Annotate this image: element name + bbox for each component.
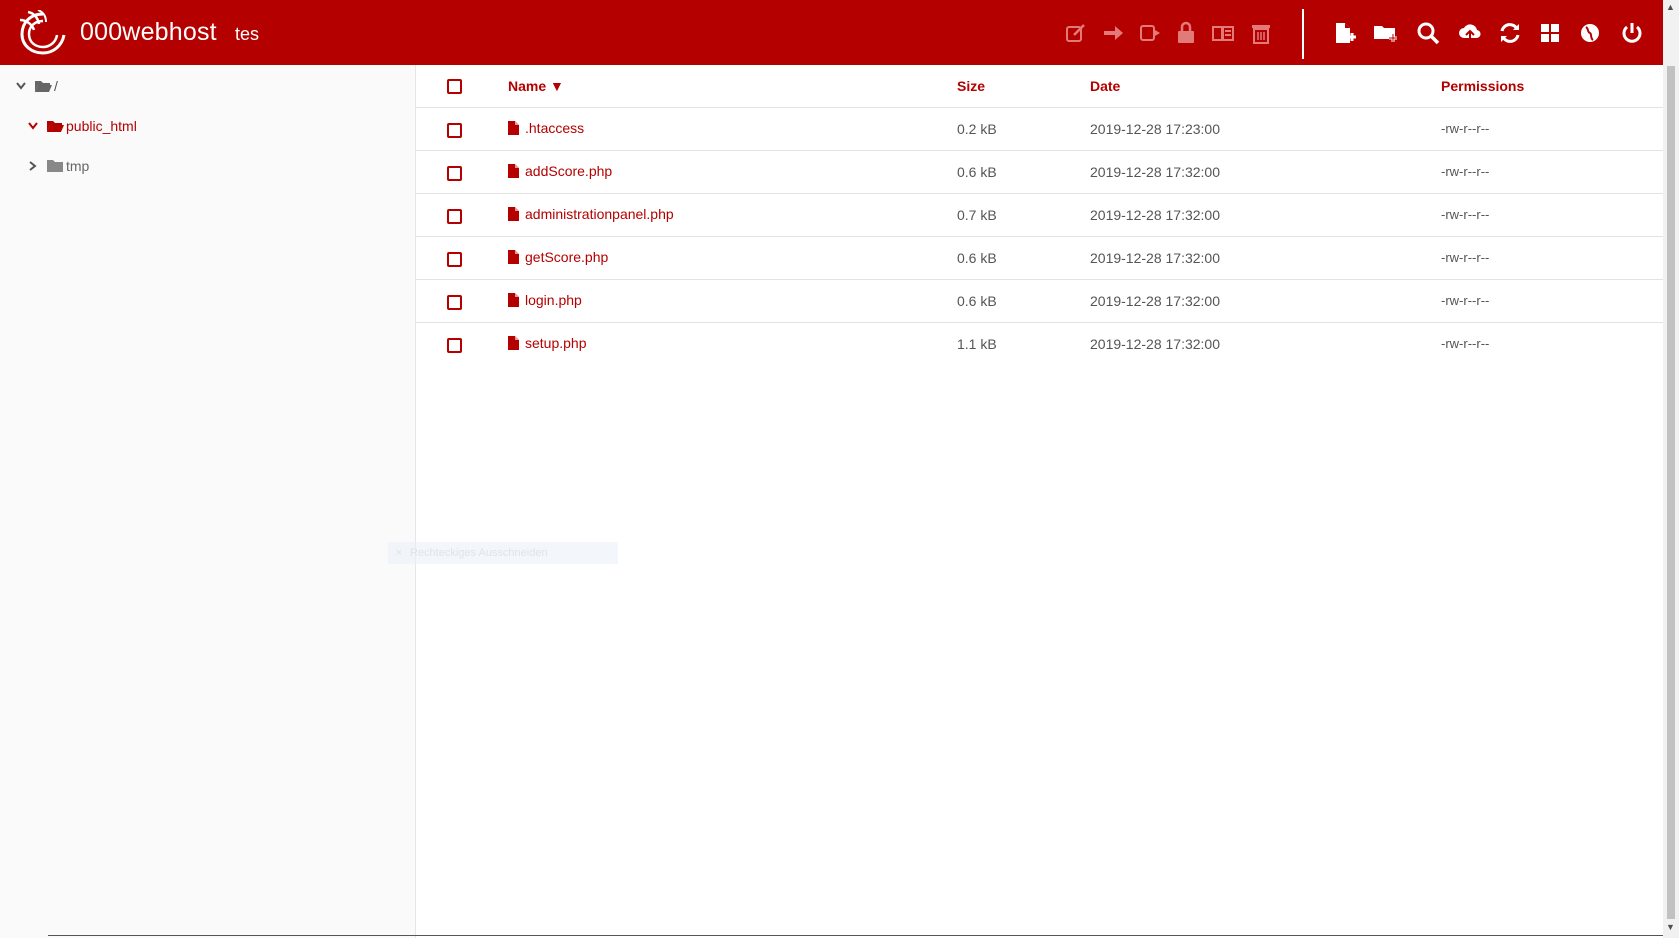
file-name-link[interactable]: administrationpanel.php <box>508 206 674 222</box>
table-row[interactable]: setup.php 1.1 kB 2019-12-28 17:32:00 -rw… <box>416 323 1663 366</box>
sidebar-item-public-html[interactable]: public_html <box>26 118 137 134</box>
folder-icon <box>47 160 63 172</box>
new-folder-icon[interactable] <box>1372 20 1398 46</box>
vertical-scrollbar[interactable]: ▲ ▼ <box>1663 0 1679 938</box>
file-icon <box>508 121 519 135</box>
column-name-header[interactable]: Name ▼ <box>508 78 564 94</box>
search-icon[interactable] <box>1415 20 1441 46</box>
file-icon <box>508 250 519 264</box>
select-all-checkbox[interactable] <box>447 79 462 94</box>
scroll-up-icon[interactable]: ▲ <box>1666 2 1675 12</box>
bottom-border <box>48 935 1663 936</box>
file-date: 2019-12-28 17:32:00 <box>1090 336 1220 352</box>
file-name: setup.php <box>525 335 587 351</box>
chevron-down-icon[interactable] <box>26 119 40 133</box>
view-grid-icon[interactable] <box>1537 20 1563 46</box>
sidebar-item-label: tmp <box>66 158 90 174</box>
table-header: Name ▼ Size Date Permissions <box>416 65 1663 108</box>
row-checkbox[interactable] <box>447 209 462 224</box>
sidebar-item-tmp[interactable]: tmp <box>26 158 89 174</box>
delete-icon[interactable] <box>1248 20 1274 46</box>
row-checkbox[interactable] <box>447 295 462 310</box>
column-permissions-header[interactable]: Permissions <box>1441 78 1524 94</box>
file-size: 0.2 kB <box>957 121 997 137</box>
file-date: 2019-12-28 17:32:00 <box>1090 293 1220 309</box>
table-row[interactable]: administrationpanel.php 0.7 kB 2019-12-2… <box>416 194 1663 237</box>
folder-open-icon <box>35 81 52 92</box>
file-date: 2019-12-28 17:32:00 <box>1090 164 1220 180</box>
power-icon[interactable] <box>1619 20 1645 46</box>
file-size: 0.6 kB <box>957 293 997 309</box>
file-name-link[interactable]: login.php <box>508 292 582 308</box>
scroll-down-icon[interactable]: ▼ <box>1666 922 1675 932</box>
file-icon <box>508 207 519 221</box>
refresh-icon[interactable] <box>1497 20 1523 46</box>
column-date-header[interactable]: Date <box>1090 78 1120 94</box>
file-name-link[interactable]: getScore.php <box>508 249 608 265</box>
tree-root[interactable]: / <box>14 78 58 94</box>
logo-icon <box>19 10 66 55</box>
edit-icon[interactable] <box>1063 20 1089 46</box>
table-row[interactable]: login.php 0.6 kB 2019-12-28 17:32:00 -rw… <box>416 280 1663 323</box>
file-permissions[interactable]: -rw-r--r-- <box>1441 121 1489 136</box>
chevron-down-icon[interactable] <box>14 79 28 93</box>
table-row[interactable]: addScore.php 0.6 kB 2019-12-28 17:32:00 … <box>416 151 1663 194</box>
file-name-link[interactable]: addScore.php <box>508 163 612 179</box>
snipping-overlay: × Rechteckiges Ausschneiden <box>388 542 618 564</box>
toolbar-separator <box>1302 9 1304 59</box>
site-name[interactable]: tes <box>235 24 259 45</box>
brand-name: 000webhost <box>80 18 217 46</box>
file-name-link[interactable]: setup.php <box>508 335 587 351</box>
row-checkbox[interactable] <box>447 123 462 138</box>
file-list: Name ▼ Size Date Permissions .htaccess 0… <box>416 65 1663 938</box>
file-permissions[interactable]: -rw-r--r-- <box>1441 336 1489 351</box>
upload-icon[interactable] <box>1457 20 1483 46</box>
file-size: 0.6 kB <box>957 250 997 266</box>
permissions-icon[interactable] <box>1173 20 1199 46</box>
scroll-thumb[interactable] <box>1667 66 1675 919</box>
file-name: getScore.php <box>525 249 609 265</box>
file-name: login.php <box>525 292 582 308</box>
close-icon: × <box>395 547 403 559</box>
archive-icon[interactable] <box>1210 20 1236 46</box>
file-icon <box>508 164 519 178</box>
file-name: administrationpanel.php <box>525 206 674 222</box>
file-permissions[interactable]: -rw-r--r-- <box>1441 207 1489 222</box>
file-date: 2019-12-28 17:32:00 <box>1090 207 1220 223</box>
row-checkbox[interactable] <box>447 338 462 353</box>
file-name: .htaccess <box>525 120 585 136</box>
tree-root-label: / <box>54 78 58 94</box>
file-icon <box>508 293 519 307</box>
file-permissions[interactable]: -rw-r--r-- <box>1441 250 1489 265</box>
snipping-overlay-label: Rechteckiges Ausschneiden <box>410 547 548 559</box>
row-checkbox[interactable] <box>447 166 462 181</box>
table-row[interactable]: .htaccess 0.2 kB 2019-12-28 17:23:00 -rw… <box>416 108 1663 151</box>
top-bar: 000webhost tes <box>0 0 1663 65</box>
move-icon[interactable] <box>1100 20 1126 46</box>
file-name-link[interactable]: .htaccess <box>508 120 584 136</box>
folder-tree-sidebar: / public_html tmp <box>0 65 416 938</box>
column-size-header[interactable]: Size <box>957 78 985 94</box>
file-date: 2019-12-28 17:32:00 <box>1090 250 1220 266</box>
sidebar-item-label: public_html <box>66 118 137 134</box>
file-permissions[interactable]: -rw-r--r-- <box>1441 293 1489 308</box>
web-icon[interactable] <box>1577 20 1603 46</box>
table-row[interactable]: getScore.php 0.6 kB 2019-12-28 17:32:00 … <box>416 237 1663 280</box>
file-size: 1.1 kB <box>957 336 997 352</box>
new-file-icon[interactable] <box>1331 20 1357 46</box>
row-checkbox[interactable] <box>447 252 462 267</box>
file-permissions[interactable]: -rw-r--r-- <box>1441 164 1489 179</box>
chevron-right-icon[interactable] <box>26 159 40 173</box>
file-size: 0.6 kB <box>957 164 997 180</box>
file-icon <box>508 336 519 350</box>
file-name: addScore.php <box>525 163 613 179</box>
file-date: 2019-12-28 17:23:00 <box>1090 121 1220 137</box>
file-size: 0.7 kB <box>957 207 997 223</box>
copy-icon[interactable] <box>1137 20 1163 46</box>
folder-open-icon <box>47 121 64 132</box>
